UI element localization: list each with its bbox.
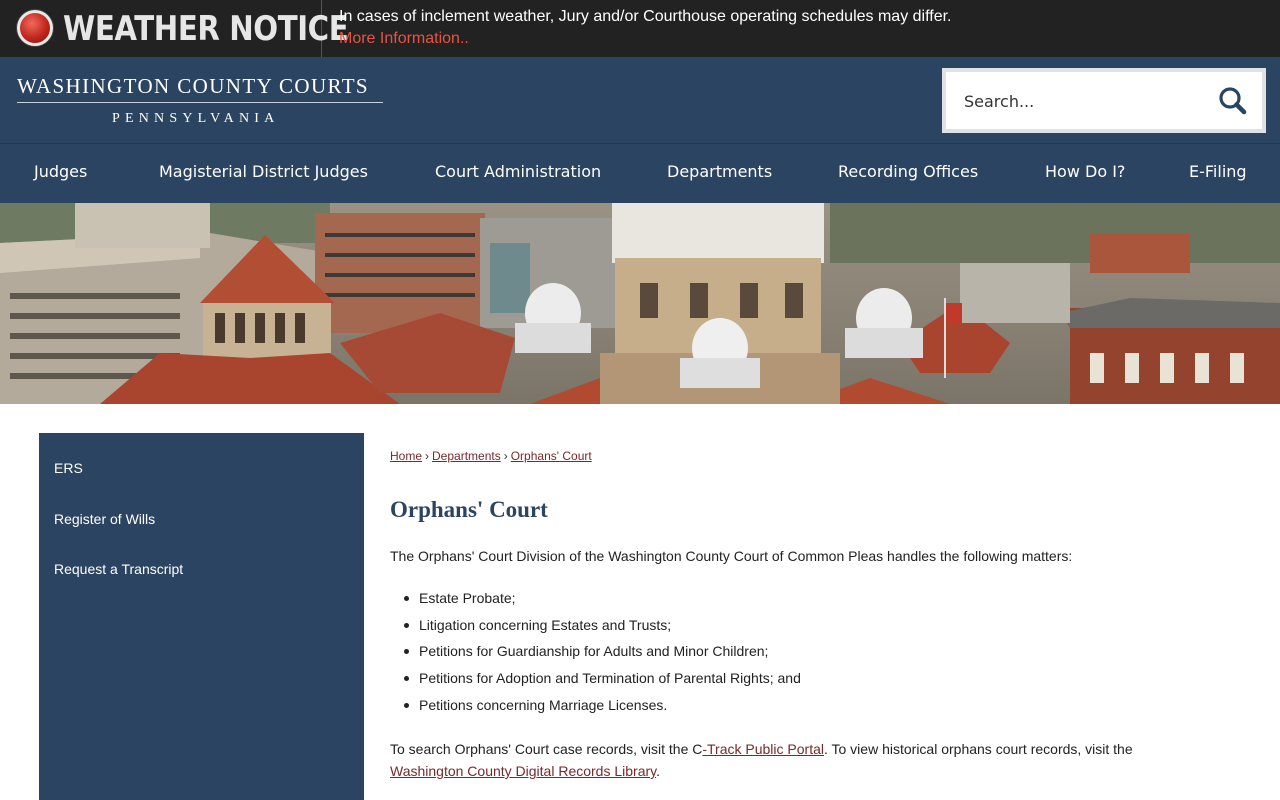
list-item: Litigation concerning Estates and Trusts… (404, 617, 801, 644)
site-header: WASHINGTON COUNTY COURTS PENNSYLVANIA (0, 57, 1280, 143)
weather-notice-message: In cases of inclement weather, Jury and/… (339, 8, 952, 25)
search-box (942, 68, 1266, 133)
sidebar-item-register-of-wills[interactable]: Register of Wills (54, 511, 155, 527)
search-input[interactable] (964, 87, 1204, 115)
matters-list: Estate Probate; Litigation concerning Es… (404, 590, 801, 724)
records-text: . To view historical orphans court recor… (823, 741, 1133, 757)
records-paragraph: To search Orphans' Court case records, v… (390, 738, 1190, 782)
weather-notice-bar: WEATHER NOTICE In cases of inclement wea… (0, 0, 1280, 57)
more-information-link[interactable]: More Information.. (339, 30, 469, 48)
search-icon (1219, 87, 1247, 115)
breadcrumb: Home › Departments › Orphans' Court (390, 449, 592, 463)
sidebar-item-request-a-transcript[interactable]: Request a Transcript (54, 561, 183, 577)
digital-records-library-link[interactable]: Washington County Digital Records Librar… (390, 763, 656, 779)
list-item: Petitions for Guardianship for Adults an… (404, 643, 801, 670)
logo-divider (17, 102, 383, 103)
nav-item-magisterial-district-judges[interactable]: Magisterial District Judges (159, 162, 368, 181)
logo-subtitle: PENNSYLVANIA (112, 111, 280, 126)
search-button[interactable] (1216, 84, 1250, 118)
logo-title: WASHINGTON COUNTY COURTS (17, 74, 370, 98)
nav-item-court-administration[interactable]: Court Administration (435, 162, 601, 181)
breadcrumb-home-link[interactable]: Home (390, 449, 422, 463)
intro-text: The Orphans' Court Division of the Washi… (390, 548, 1073, 564)
main-nav: Judges Magisterial District Judges Court… (0, 143, 1280, 203)
list-item: Petitions concerning Marriage Licenses. (404, 697, 801, 724)
hero-courthouse-image (0, 203, 1280, 404)
nav-item-e-filing[interactable]: E-Filing (1189, 162, 1247, 181)
page-title: Orphans' Court (390, 497, 548, 522)
weather-notice-badge: WEATHER NOTICE (0, 0, 349, 57)
breadcrumb-departments-link[interactable]: Departments (432, 449, 501, 463)
alert-light-icon (17, 10, 53, 46)
weather-notice-title: WEATHER NOTICE (63, 9, 349, 49)
list-item: Estate Probate; (404, 590, 801, 617)
nav-item-recording-offices[interactable]: Recording Offices (838, 162, 978, 181)
nav-item-judges[interactable]: Judges (34, 162, 87, 181)
sidebar-nav: ERS Register of Wills Request a Transcri… (39, 433, 364, 800)
nav-item-departments[interactable]: Departments (667, 162, 772, 181)
breadcrumb-orphans-court-link[interactable]: Orphans' Court (511, 449, 592, 463)
records-text: To search Orphans' Court case records, v… (390, 741, 703, 757)
courthouse-aerial-illustration (0, 203, 1280, 404)
sidebar-item-ers[interactable]: ERS (54, 460, 83, 476)
breadcrumb-separator: › (503, 449, 508, 463)
nav-item-how-do-i[interactable]: How Do I? (1045, 162, 1125, 181)
c-track-portal-link[interactable]: -Track Public Portal (702, 741, 824, 757)
breadcrumb-separator: › (425, 449, 430, 463)
list-item: Petitions for Adoption and Termination o… (404, 670, 801, 697)
records-text: . (656, 763, 661, 779)
